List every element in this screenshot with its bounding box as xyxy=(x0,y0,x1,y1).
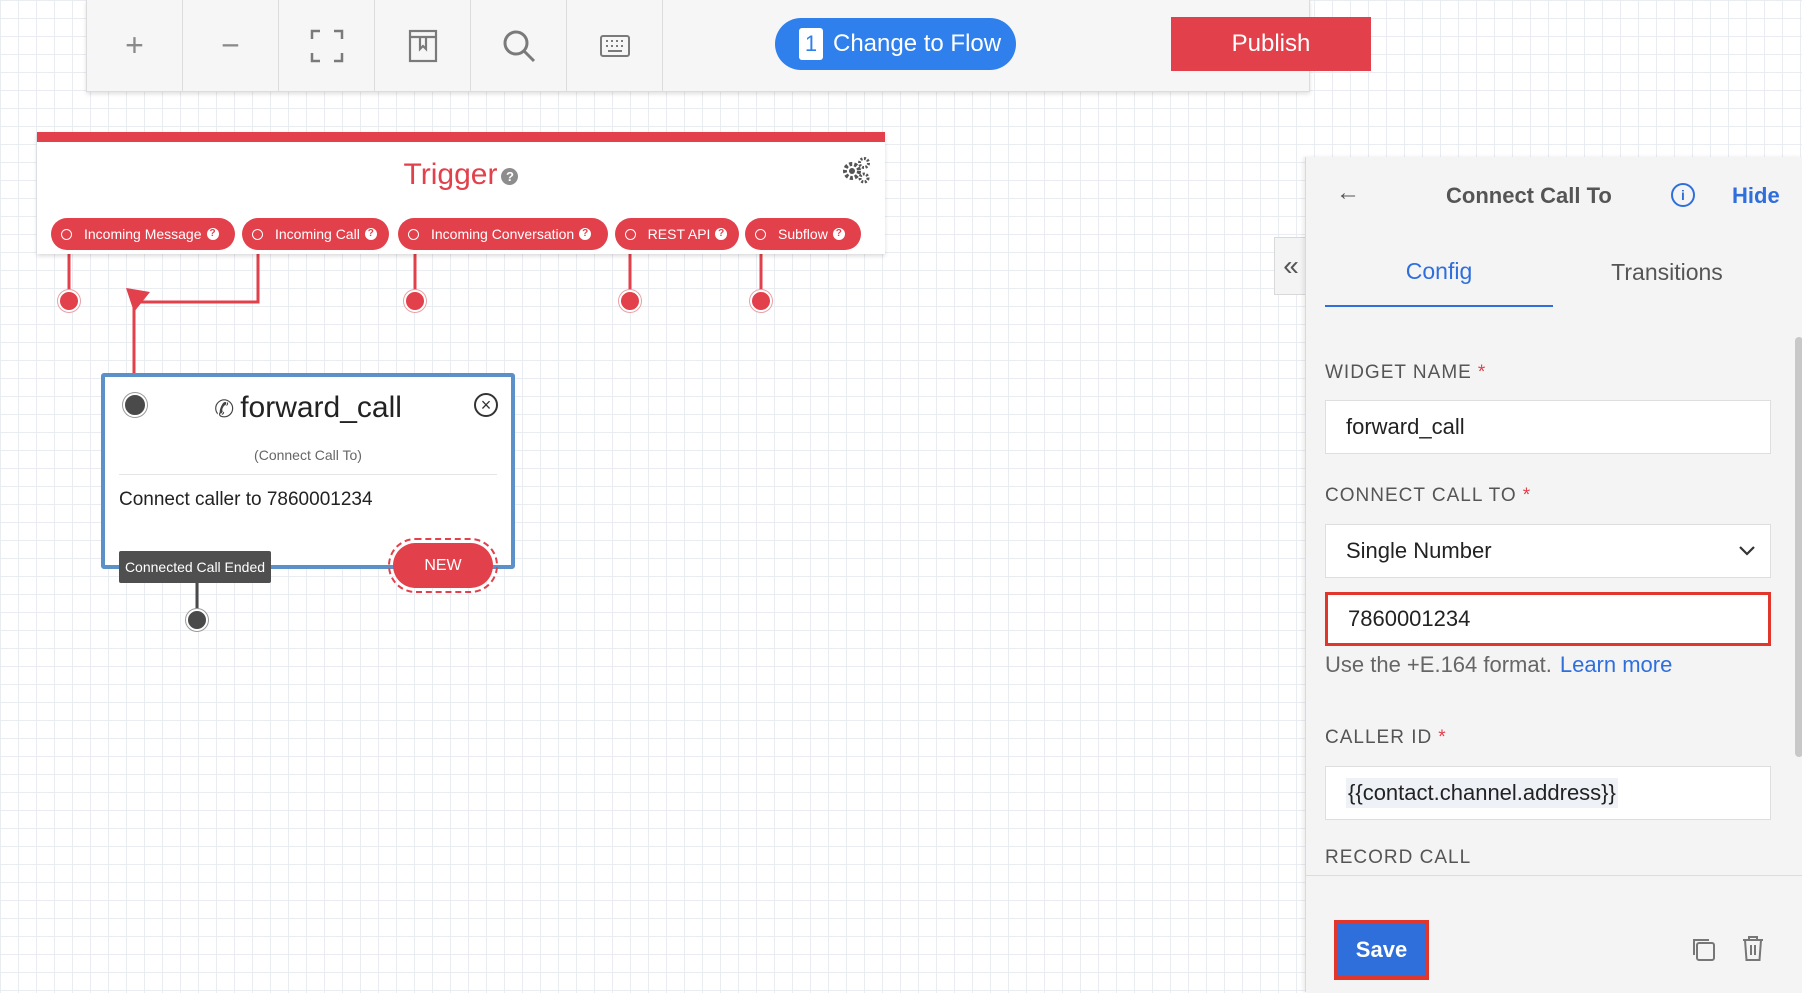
caller-id-label: CALLER ID xyxy=(1325,727,1433,748)
duplicate-icon[interactable] xyxy=(1690,936,1716,962)
pill-label: Incoming Message xyxy=(84,226,202,242)
pill-label: Incoming Conversation xyxy=(431,226,575,242)
double-chevron-left-icon: « xyxy=(1283,250,1299,281)
pill-label: Subflow xyxy=(778,226,828,242)
format-hint-text: Use the +E.164 format. xyxy=(1325,652,1552,677)
collapse-panel-button[interactable]: « xyxy=(1274,237,1307,295)
trash-icon[interactable] xyxy=(1741,934,1765,962)
widget-title-wrap: ✆ forward_call xyxy=(105,391,511,425)
connect-call-to-label-wrap: CONNECT CALL TO * xyxy=(1325,485,1531,507)
panel-footer: Save xyxy=(1306,875,1802,993)
trigger-pill-incoming-message[interactable]: Incoming Message ? xyxy=(51,218,235,250)
new-transition-button[interactable]: NEW xyxy=(388,538,498,593)
trigger-pill-incoming-conversation[interactable]: Incoming Conversation ? xyxy=(398,218,608,250)
help-icon: ? xyxy=(206,228,219,240)
info-icon[interactable]: i xyxy=(1671,183,1695,207)
widget-title: forward_call xyxy=(240,391,402,424)
panel-title: Connect Call To xyxy=(1446,183,1612,208)
divider xyxy=(119,474,497,475)
help-icon: ? xyxy=(832,228,845,240)
connect-call-to-value: Single Number xyxy=(1346,538,1492,563)
required-marker: * xyxy=(1438,727,1447,748)
help-icon: ? xyxy=(715,228,727,240)
forward-call-widget[interactable]: ✆ forward_call × (Connect Call To) Connec… xyxy=(101,373,515,569)
trigger-widget[interactable]: Trigger? Incoming Message ? Incoming Cal… xyxy=(37,132,885,254)
trigger-pill-subflow[interactable]: Subflow ? xyxy=(745,218,861,250)
connector-dot[interactable] xyxy=(404,290,426,312)
radio-icon xyxy=(755,228,766,240)
close-icon[interactable]: × xyxy=(474,393,498,417)
caller-id-value: {{contact.channel.address}} xyxy=(1346,778,1618,808)
radio-icon xyxy=(408,228,419,240)
gear-icon[interactable] xyxy=(841,156,871,189)
format-hint: Use the +E.164 format. Learn more xyxy=(1325,652,1672,678)
widget-name-value: forward_call xyxy=(1346,414,1465,439)
config-panel: ← Connect Call To i Hide Config Transiti… xyxy=(1305,157,1802,993)
help-icon: ? xyxy=(579,228,592,240)
record-call-label: RECORD CALL xyxy=(1325,847,1472,868)
required-marker: * xyxy=(1477,362,1487,383)
connect-call-to-label: CONNECT CALL TO xyxy=(1325,485,1517,506)
tab-config[interactable]: Config xyxy=(1325,237,1553,307)
connected-call-ended-tag[interactable]: Connected Call Ended xyxy=(119,551,271,583)
panel-tabs: Config Transitions xyxy=(1325,237,1781,307)
caller-id-label-wrap: CALLER ID * xyxy=(1325,727,1447,749)
phone-number-value: 7860001234 xyxy=(1348,606,1471,631)
widget-name-input[interactable]: forward_call xyxy=(1325,400,1771,454)
connect-call-to-select[interactable]: Single Number xyxy=(1325,524,1771,578)
radio-icon xyxy=(625,228,636,240)
panel-scrollbar[interactable] xyxy=(1795,337,1802,757)
trigger-pill-incoming-call[interactable]: Incoming Call ? xyxy=(242,218,389,250)
pill-label: Incoming Call xyxy=(275,226,360,242)
widget-description: Connect caller to 7860001234 xyxy=(119,489,373,510)
hide-button[interactable]: Hide xyxy=(1732,183,1780,209)
widget-type-label: (Connect Call To) xyxy=(254,447,362,463)
widget-name-label: WIDGET NAME xyxy=(1325,362,1472,383)
learn-more-link[interactable]: Learn more xyxy=(1560,652,1673,677)
connector-dot[interactable] xyxy=(619,290,641,312)
config-form: WIDGET NAME * forward_call CONNECT CALL T… xyxy=(1325,307,1771,875)
back-arrow-icon[interactable]: ← xyxy=(1336,179,1360,207)
trigger-title-wrap: Trigger? xyxy=(37,158,885,192)
chevron-down-icon xyxy=(1739,546,1755,556)
tab-transitions[interactable]: Transitions xyxy=(1553,237,1781,307)
connector-dot[interactable] xyxy=(750,290,772,312)
trigger-pill-rest-api[interactable]: REST API ? xyxy=(615,218,739,250)
output-connector-dot[interactable] xyxy=(186,609,208,631)
caller-id-input[interactable]: {{contact.channel.address}} xyxy=(1325,766,1771,820)
phone-icon: ✆ xyxy=(214,396,235,423)
help-icon: ? xyxy=(364,228,377,240)
pill-label: REST API xyxy=(647,226,711,242)
phone-number-input[interactable]: 7860001234 xyxy=(1325,592,1771,646)
required-marker: * xyxy=(1522,485,1532,506)
radio-icon xyxy=(252,228,263,240)
trigger-title: Trigger xyxy=(403,158,498,191)
widget-name-label-wrap: WIDGET NAME * xyxy=(1325,362,1486,384)
help-icon[interactable]: ? xyxy=(501,167,519,185)
save-button[interactable]: Save xyxy=(1334,920,1429,980)
radio-icon xyxy=(61,228,72,240)
connector-dot[interactable] xyxy=(58,290,80,312)
